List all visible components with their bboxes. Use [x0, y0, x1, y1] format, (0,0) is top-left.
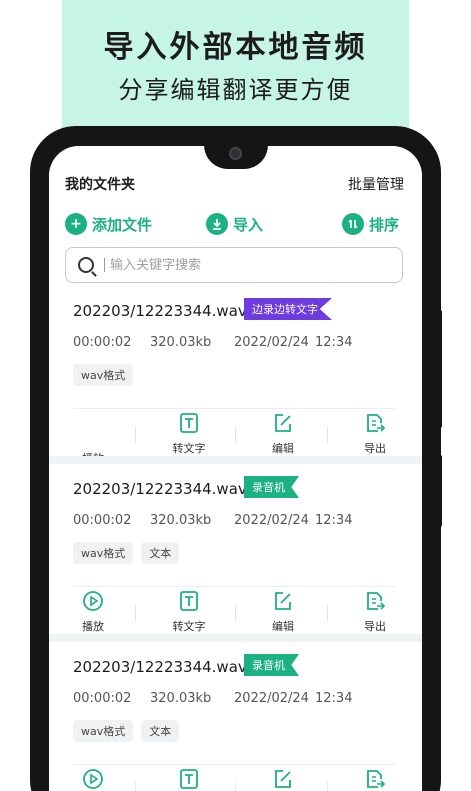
- file-chips: wav格式: [73, 364, 134, 386]
- file-chips: wav格式 文本: [73, 720, 180, 742]
- sort-label: 排序: [369, 215, 400, 234]
- source-tag: 边录边转文字: [244, 298, 332, 320]
- search-icon: [78, 257, 94, 273]
- divider: [327, 604, 328, 622]
- text-icon: [180, 591, 198, 611]
- text-chip: 文本: [141, 542, 180, 564]
- volume-button: [437, 310, 442, 428]
- play-button[interactable]: 播放: [53, 590, 133, 634]
- edit-label: 编辑: [272, 442, 294, 455]
- file-time: 12:34: [315, 335, 353, 350]
- export-icon: [367, 592, 386, 610]
- divider: [135, 604, 136, 622]
- text-icon: [180, 413, 198, 433]
- format-chip: wav格式: [73, 720, 134, 742]
- divider: [73, 764, 396, 765]
- file-size: 320.03kb: [150, 335, 212, 350]
- export-label: 导出: [364, 620, 386, 633]
- file-card[interactable]: 202203/12223344.wav 录音机 00:00:02 320.03k…: [49, 464, 422, 634]
- export-label: 导出: [364, 442, 386, 455]
- play-icon: [83, 591, 103, 611]
- edit-icon: [275, 592, 291, 610]
- file-chips: wav格式 文本: [73, 542, 180, 564]
- divider: [73, 408, 396, 409]
- phone-screen: 我的文件夹 批量管理 + 添加文件 导入 排序 202203/12223344.…: [49, 146, 422, 791]
- play-button[interactable]: 播放: [53, 768, 133, 791]
- sort-icon: [342, 213, 364, 235]
- section-gap: [49, 456, 422, 464]
- edit-icon: [275, 770, 291, 788]
- file-date: 2022/02/24: [234, 335, 309, 350]
- promo-headline: 导入外部本地音频: [103, 30, 368, 65]
- sort-button[interactable]: 排序: [342, 212, 399, 236]
- file-date: 2022/02/24: [234, 513, 309, 528]
- play-label: 播放: [82, 620, 104, 633]
- export-icon: [367, 414, 386, 432]
- divider: [235, 426, 236, 444]
- batch-manage-button[interactable]: 批量管理: [348, 174, 404, 194]
- file-size: 320.03kb: [150, 513, 212, 528]
- file-actions: 播放 转文字 编辑 导出: [49, 590, 422, 634]
- file-card[interactable]: 202203/12223344.wav 录音机 00:00:02 320.03k…: [49, 642, 422, 791]
- file-name: 202203/12223344.wav: [73, 302, 247, 320]
- search-cursor: [104, 258, 105, 272]
- transcribe-label: 转文字: [172, 620, 206, 633]
- file-duration: 00:00:02: [73, 513, 132, 528]
- file-actions: 播放 转文字 编辑 导出: [49, 768, 422, 791]
- add-file-label: 添加文件: [92, 215, 153, 234]
- promo-subline: 分享编辑翻译更方便: [118, 76, 353, 104]
- export-button[interactable]: 导出: [335, 412, 415, 456]
- divider: [327, 782, 328, 791]
- divider: [327, 426, 328, 444]
- file-date: 2022/02/24: [234, 691, 309, 706]
- power-button: [437, 455, 442, 527]
- file-time: 12:34: [315, 691, 353, 706]
- download-icon: [206, 213, 228, 235]
- source-tag: 录音机: [244, 476, 299, 498]
- file-duration: 00:00:02: [73, 335, 132, 350]
- format-chip: wav格式: [73, 542, 134, 564]
- export-button[interactable]: 导出: [335, 590, 415, 634]
- file-time: 12:34: [315, 513, 353, 528]
- divider: [73, 586, 396, 587]
- export-icon: [367, 770, 386, 788]
- divider: [135, 426, 136, 444]
- divider: [235, 604, 236, 622]
- plus-icon: +: [65, 213, 87, 235]
- format-chip: wav格式: [73, 364, 134, 386]
- export-button[interactable]: 导出: [335, 768, 415, 791]
- transcribe-button[interactable]: 转文字: [149, 412, 229, 456]
- divider: [135, 782, 136, 791]
- edit-button[interactable]: 编辑: [243, 412, 323, 456]
- divider: [235, 782, 236, 791]
- search-input[interactable]: [110, 257, 370, 273]
- text-icon: [180, 769, 198, 789]
- section-gap: [49, 634, 422, 642]
- edit-button[interactable]: 编辑: [243, 590, 323, 634]
- edit-button[interactable]: 编辑: [243, 768, 323, 791]
- text-chip: 文本: [141, 720, 180, 742]
- transcribe-button[interactable]: 转文字: [149, 590, 229, 634]
- import-button[interactable]: 导入: [206, 212, 263, 236]
- transcribe-button[interactable]: 转文字: [149, 768, 229, 791]
- file-card[interactable]: 202203/12223344.wav 边录边转文字 00:00:02 320.…: [49, 286, 422, 465]
- transcribe-label: 转文字: [172, 442, 206, 455]
- search-box[interactable]: [65, 247, 403, 283]
- import-label: 导入: [233, 215, 264, 234]
- add-file-button[interactable]: + 添加文件: [65, 212, 152, 236]
- page-title: 我的文件夹: [65, 177, 135, 193]
- play-icon: [83, 769, 103, 789]
- file-actions: 播放 转文字 编辑 导出: [49, 412, 422, 465]
- camera-icon: [229, 147, 242, 160]
- edit-label: 编辑: [272, 620, 294, 633]
- file-duration: 00:00:02: [73, 691, 132, 706]
- file-size: 320.03kb: [150, 691, 212, 706]
- file-name: 202203/12223344.wav: [73, 658, 247, 676]
- edit-icon: [275, 414, 291, 432]
- file-name: 202203/12223344.wav: [73, 480, 247, 498]
- source-tag: 录音机: [244, 654, 299, 676]
